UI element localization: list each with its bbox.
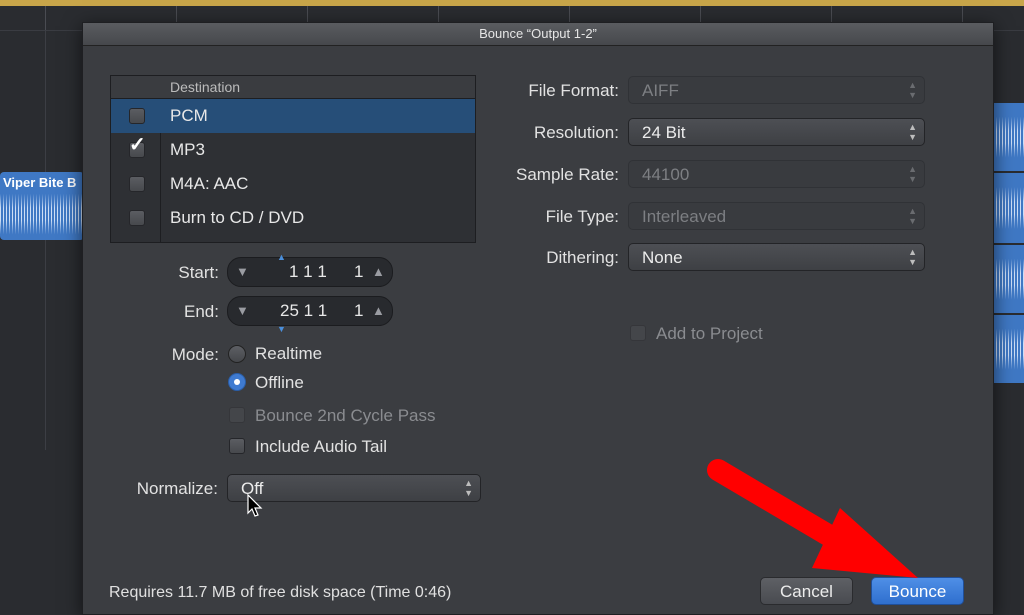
offline-radio[interactable] bbox=[228, 373, 246, 391]
file-format-value: AIFF bbox=[642, 81, 679, 100]
updown-arrows-icon: ▲ ▼ bbox=[464, 478, 473, 498]
mode-label: Mode: bbox=[171, 345, 219, 364]
sample-rate-popup[interactable]: 44100 ▲ ▼ bbox=[628, 160, 925, 188]
position-marker-icon: ▲ bbox=[277, 252, 286, 262]
destination-list: Destination PCM ✓ MP3 M4A: AAC Burn to C… bbox=[110, 75, 476, 243]
dialog-title: Bounce “Output 1-2” bbox=[83, 23, 993, 46]
realtime-label[interactable]: Realtime bbox=[255, 344, 322, 364]
start-ticks-value: 1 bbox=[354, 262, 364, 281]
audio-region[interactable] bbox=[990, 173, 1024, 243]
cancel-button[interactable]: Cancel bbox=[760, 577, 853, 605]
timeline-ruler[interactable] bbox=[0, 0, 1024, 6]
file-type-value: Interleaved bbox=[642, 207, 727, 226]
burn-cd-dvd-checkbox[interactable] bbox=[129, 210, 145, 226]
sample-rate-value: 44100 bbox=[642, 165, 690, 184]
disk-space-status: Requires 11.7 MB of free disk space (Tim… bbox=[109, 584, 452, 601]
updown-arrows-icon: ▲ ▼ bbox=[908, 164, 917, 184]
dithering-value: None bbox=[642, 248, 683, 267]
bounce-dialog: Bounce “Output 1-2” Destination PCM ✓ MP… bbox=[82, 22, 994, 615]
increment-arrow-icon[interactable]: ▲ bbox=[372, 264, 385, 279]
mp3-checkbox[interactable]: ✓ bbox=[129, 135, 146, 158]
include-audio-tail-label[interactable]: Include Audio Tail bbox=[255, 437, 387, 457]
bounce-button[interactable]: Bounce bbox=[871, 577, 964, 605]
position-marker-icon: ▼ bbox=[277, 324, 286, 334]
bounce-2nd-cycle-label: Bounce 2nd Cycle Pass bbox=[255, 406, 436, 425]
add-to-project-label: Add to Project bbox=[656, 324, 763, 343]
add-to-project-checkbox[interactable] bbox=[630, 325, 646, 341]
updown-arrows-icon: ▲ ▼ bbox=[908, 206, 917, 226]
decrement-arrow-icon[interactable]: ▼ bbox=[236, 264, 249, 279]
end-bars-value: 25 1 1 bbox=[280, 301, 328, 320]
start-bars-value: 1 1 1 bbox=[289, 262, 327, 281]
decrement-arrow-icon[interactable]: ▼ bbox=[236, 303, 249, 318]
ruler-tick bbox=[45, 6, 46, 30]
increment-arrow-icon[interactable]: ▲ bbox=[372, 303, 385, 318]
waveform bbox=[990, 328, 1024, 370]
destination-item-mp3[interactable]: ✓ MP3 bbox=[111, 133, 475, 167]
destination-item-pcm[interactable]: PCM bbox=[111, 99, 475, 133]
grid-line bbox=[45, 30, 46, 450]
destination-item-burn-cd-dvd[interactable]: Burn to CD / DVD bbox=[111, 201, 475, 235]
waveform bbox=[990, 187, 1024, 229]
waveform bbox=[0, 193, 84, 235]
file-format-label: File Format: bbox=[528, 81, 619, 100]
audio-region[interactable] bbox=[990, 245, 1024, 313]
bounce-2nd-cycle-checkbox[interactable] bbox=[229, 407, 245, 423]
resolution-popup[interactable]: 24 Bit ▲ ▼ bbox=[628, 118, 925, 146]
waveform bbox=[990, 258, 1024, 300]
updown-arrows-icon: ▲ ▼ bbox=[908, 80, 917, 100]
audio-region[interactable] bbox=[990, 103, 1024, 171]
offline-label[interactable]: Offline bbox=[255, 373, 304, 393]
end-ticks-value: 1 bbox=[354, 301, 364, 320]
start-position-field[interactable]: ▼ 1 1 1 1 ▲ ▲ bbox=[227, 252, 393, 287]
resolution-label: Resolution: bbox=[533, 123, 619, 142]
dithering-label: Dithering: bbox=[546, 248, 619, 267]
updown-arrows-icon: ▲ ▼ bbox=[908, 247, 917, 267]
resolution-value: 24 Bit bbox=[642, 123, 686, 142]
destination-item-label: PCM bbox=[170, 106, 208, 125]
file-type-label: File Type: bbox=[545, 207, 619, 226]
destination-header: Destination bbox=[111, 76, 475, 99]
normalize-label: Normalize: bbox=[136, 479, 218, 498]
destination-item-label: M4A: AAC bbox=[170, 174, 249, 193]
end-position-field[interactable]: ▼ 25 1 1 1 ▲ ▼ bbox=[227, 296, 393, 334]
updown-arrows-icon: ▲ ▼ bbox=[908, 122, 917, 142]
destination-item-m4a-aac[interactable]: M4A: AAC bbox=[111, 167, 475, 201]
dithering-popup[interactable]: None ▲ ▼ bbox=[628, 243, 925, 271]
checkmark-icon: ✓ bbox=[129, 134, 146, 156]
m4a-aac-checkbox[interactable] bbox=[129, 176, 145, 192]
audio-region[interactable] bbox=[990, 315, 1024, 383]
mouse-cursor-icon bbox=[247, 494, 263, 517]
include-audio-tail-checkbox[interactable] bbox=[229, 438, 245, 454]
file-format-popup[interactable]: AIFF ▲ ▼ bbox=[628, 76, 925, 104]
end-label: End: bbox=[184, 302, 219, 321]
realtime-radio[interactable] bbox=[228, 345, 246, 363]
sample-rate-label: Sample Rate: bbox=[516, 165, 619, 184]
region-label: Viper Bite B bbox=[3, 175, 77, 190]
start-label: Start: bbox=[178, 263, 219, 282]
destination-item-label: MP3 bbox=[170, 140, 205, 159]
audio-region-viper-bite[interactable]: Viper Bite B bbox=[0, 172, 84, 240]
pcm-checkbox[interactable] bbox=[129, 108, 145, 124]
file-type-popup[interactable]: Interleaved ▲ ▼ bbox=[628, 202, 925, 230]
waveform bbox=[990, 116, 1024, 158]
destination-item-label: Burn to CD / DVD bbox=[170, 208, 305, 227]
normalize-popup[interactable]: Off ▲ ▼ bbox=[227, 474, 481, 502]
